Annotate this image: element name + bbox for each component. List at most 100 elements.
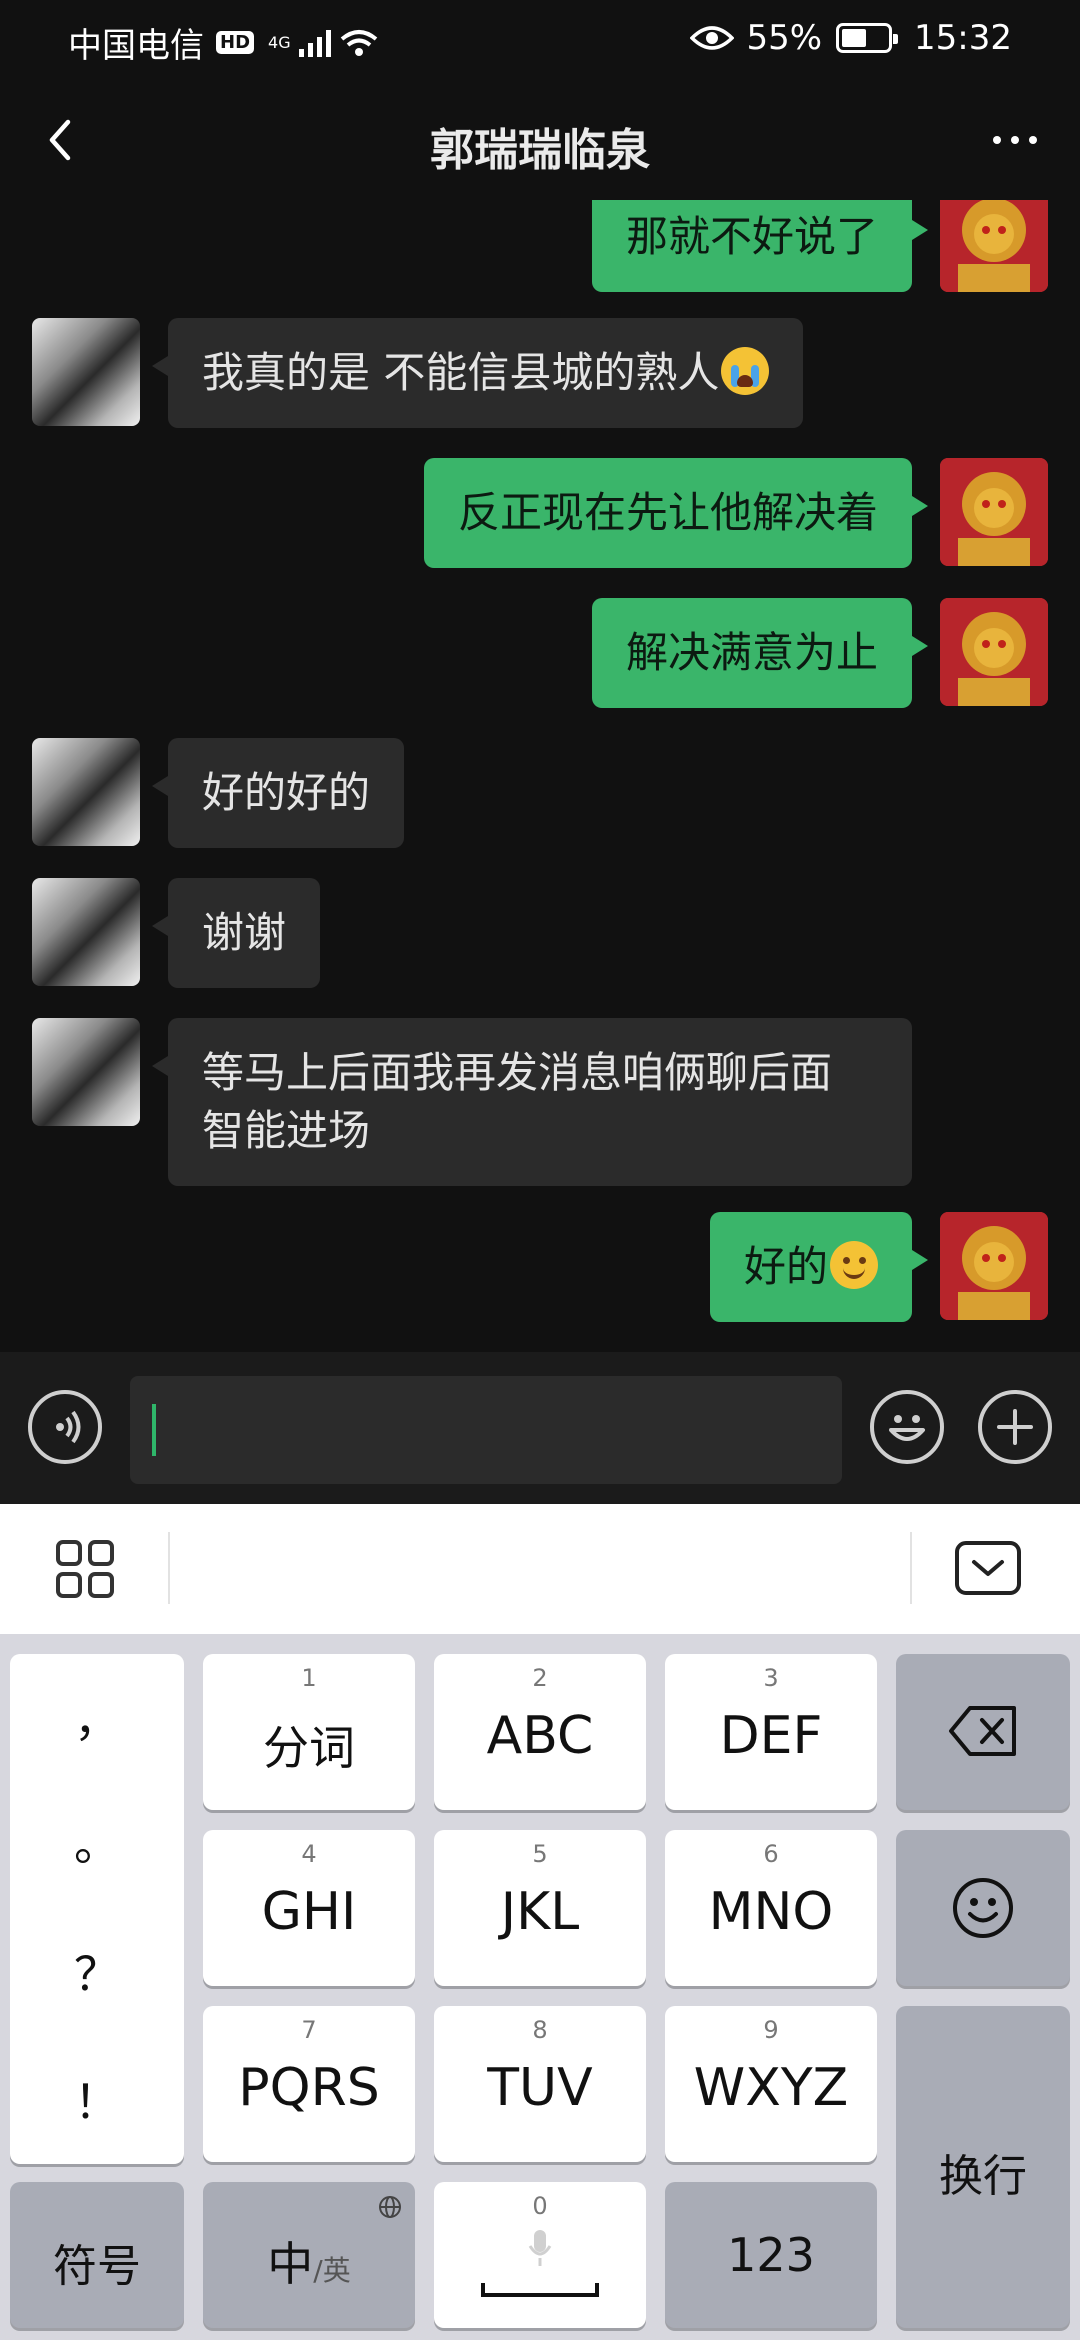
message-input[interactable] [130,1376,842,1484]
globe-icon [379,2196,401,2218]
message-bubble-outgoing[interactable]: 反正现在先让他解决着 [423,458,929,568]
avatar-lion-image [940,598,1048,706]
smiley-icon [953,1878,1013,1938]
crying-face-icon [721,347,770,395]
message-bubble-incoming[interactable]: 等马上后面我再发消息咱俩聊后面 智能进场 [152,1018,912,1186]
punctuation-comma[interactable]: ， [10,1684,184,1750]
message-bubble-incoming[interactable]: 谢谢 [151,878,321,988]
message-text: 好的好的 [202,768,371,817]
status-left: 中国电信 HD 4G [68,18,379,67]
key-4[interactable]: 4 GHI [203,1830,415,1986]
message-bubble-outgoing[interactable]: 好的 [709,1212,929,1322]
key-number: 5 [532,1840,548,1868]
keyboard: ， 。 ？ ！ 1 分词 2 ABC 3 DEF 4 GHI 5 JKL 6 MNO 7 PQ… [0,1634,1080,2340]
toolbar-divider [168,1532,170,1604]
my-avatar[interactable] [940,458,1048,566]
message-text: 好的 [743,1242,828,1291]
language-main-label: 中 [267,2237,314,2291]
key-number: 6 [763,1840,779,1868]
key-1[interactable]: 1 分词 [203,1654,415,1810]
punctuation-list[interactable]: ， 。 ？ ！ [10,1654,184,2164]
my-avatar[interactable] [940,200,1048,292]
key-7[interactable]: 7 PQRS [203,2006,415,2162]
carrier-name: 中国电信 [68,26,204,66]
message-bubble-outgoing[interactable]: 解决满意为止 [591,598,929,708]
punctuation-exclamation[interactable]: ！ [10,2066,184,2132]
emoji-button[interactable] [870,1390,944,1464]
key-number: 8 [532,2016,548,2044]
enter-label: 换行 [939,2151,1027,2202]
more-icon [993,136,1001,144]
more-options-button[interactable] [980,110,1050,170]
key-label: TUV [487,2058,593,2118]
battery-percent: 55% [746,18,823,58]
symbols-label: 符号 [53,2241,141,2292]
contact-avatar[interactable] [32,318,140,426]
more-icon-dot [1029,136,1037,144]
status-bar: 中国电信 HD 4G 55% 15:32 [0,0,1080,80]
composer-bar [0,1352,1080,1504]
network-type: 4G [268,33,291,52]
numbers-key[interactable]: 123 [665,2182,877,2328]
plus-icon [997,1409,1033,1445]
message-text: 反正现在先让他解决着 [457,488,878,537]
message-list[interactable]: 那就不好说了 我真的是 不能信县城的熟人 反正现在先让他解决着 解决满意为止 好… [0,200,1080,1352]
avatar-lion-image [940,458,1048,566]
keyboard-collapse-icon [955,1541,1021,1595]
avatar-lion-image [940,200,1048,292]
message-text: 谢谢 [202,908,287,957]
my-avatar[interactable] [940,1212,1048,1320]
key-label: DEF [719,1706,823,1766]
wifi-icon [340,29,377,56]
key-label: MNO [708,1882,834,1942]
punctuation-question[interactable]: ？ [10,1938,184,2004]
key-8[interactable]: 8 TUV [434,2006,646,2162]
clock: 15:32 [914,18,1012,58]
chat-title: 郭瑞瑞临泉 [430,125,650,176]
language-switch-label: 中/英 [203,2228,415,2294]
eye-comfort-icon [690,26,735,50]
message-text: 那就不好说了 [625,212,878,261]
keyboard-menu-button[interactable] [54,1538,118,1602]
my-avatar[interactable] [940,598,1048,706]
key-9[interactable]: 9 WXYZ [665,2006,877,2162]
key-number: 7 [301,2016,317,2044]
space-key[interactable]: 0 [434,2182,646,2328]
avatar-lion-image [940,1212,1048,1320]
key-number: 3 [763,1664,779,1692]
hide-keyboard-button[interactable] [954,1540,1022,1596]
contact-avatar[interactable] [32,1018,140,1126]
key-2[interactable]: 2 ABC [434,1654,646,1810]
voice-input-button[interactable] [28,1390,102,1464]
contact-avatar[interactable] [32,738,140,846]
key-3[interactable]: 3 DEF [665,1654,877,1810]
message-bubble-incoming[interactable]: 好的好的 [151,738,405,848]
hd-badge: HD [216,31,255,54]
voice-icon [56,1410,81,1444]
key-label: JKL [500,1882,580,1942]
grid-icon [56,1540,114,1598]
message-bubble-incoming[interactable]: 我真的是 不能信县城的熟人 [151,318,804,428]
message-bubble-outgoing[interactable]: 那就不好说了 [591,200,929,292]
enter-key[interactable]: 换行 [896,2006,1070,2328]
key-number: 9 [763,2016,779,2044]
key-label: PQRS [238,2058,380,2118]
punctuation-period[interactable]: 。 [10,1808,184,1874]
symbols-key[interactable]: 符号 [10,2182,184,2328]
key-label: 分词 [263,1721,355,1775]
space-bar-icon [481,2283,599,2297]
language-switch-key[interactable]: 中/英 [203,2182,415,2328]
key-number: 2 [532,1664,548,1692]
key-6[interactable]: 6 MNO [665,1830,877,1986]
contact-avatar[interactable] [32,878,140,986]
key-5[interactable]: 5 JKL [434,1830,646,1986]
numbers-label: 123 [727,2228,815,2282]
status-right: 55% 15:32 [690,18,1012,58]
chat-header: 郭瑞瑞临泉 [0,80,1080,200]
signal-icon [298,29,331,57]
key-label: GHI [261,1882,357,1942]
emoji-key[interactable] [896,1830,1070,1986]
more-functions-button[interactable] [978,1390,1052,1464]
key-label: WXYZ [693,2058,849,2118]
backspace-key[interactable] [896,1654,1070,1810]
